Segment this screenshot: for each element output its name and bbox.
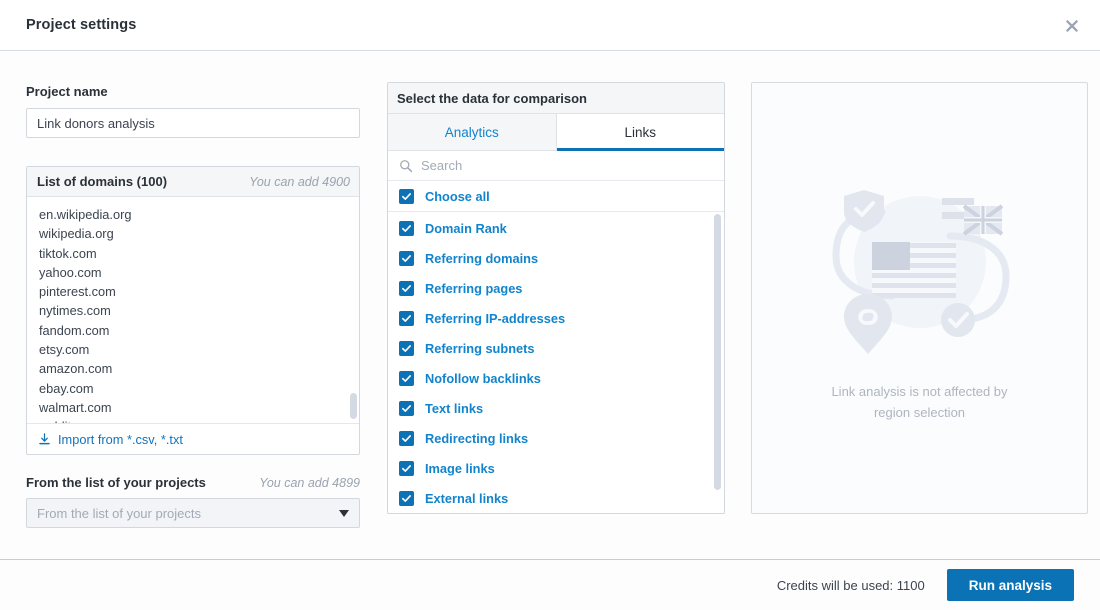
option-referring-domains[interactable]: Referring domains (388, 243, 724, 273)
links-options-list[interactable]: Domain Rank Referring domains Referring … (388, 212, 724, 512)
option-label: Text links (425, 401, 483, 416)
checkbox-checked-icon[interactable] (399, 371, 414, 386)
list-item[interactable]: fandom.com (27, 321, 359, 340)
option-text-links[interactable]: Text links (388, 393, 724, 423)
checkbox-checked-icon[interactable] (399, 311, 414, 326)
option-label: Redirecting links (425, 431, 528, 446)
tab-analytics[interactable]: Analytics (388, 114, 557, 151)
option-image-links[interactable]: Image links (388, 453, 724, 483)
options-scrollbar[interactable] (714, 214, 721, 510)
comparison-tabs: Analytics Links (388, 114, 724, 151)
option-nofollow-backlinks[interactable]: Nofollow backlinks (388, 363, 724, 393)
list-item[interactable]: nytimes.com (27, 301, 359, 320)
chevron-down-icon (339, 510, 349, 517)
dialog-body: Project name Link donors analysis List o… (0, 51, 1100, 559)
project-name-label: Project name (26, 84, 360, 99)
search-input[interactable]: Search (388, 151, 724, 181)
domains-panel: List of domains (100) You can add 4900 e… (26, 166, 360, 455)
tab-analytics-label: Analytics (445, 125, 499, 140)
list-item[interactable]: walmart.com (27, 398, 359, 417)
option-label: Referring pages (425, 281, 522, 296)
region-info-caption: Link analysis is not affected by region … (831, 381, 1007, 423)
projects-label: From the list of your projects (26, 475, 206, 490)
left-column: Project name Link donors analysis List o… (26, 84, 360, 528)
list-item[interactable]: en.wikipedia.org (27, 205, 359, 224)
import-csv-button[interactable]: Import from *.csv, *.txt (27, 423, 359, 454)
run-analysis-button[interactable]: Run analysis (947, 569, 1074, 601)
option-label: Nofollow backlinks (425, 371, 541, 386)
option-label: Image links (425, 461, 495, 476)
option-redirecting-links[interactable]: Redirecting links (388, 423, 724, 453)
checkbox-checked-icon[interactable] (399, 281, 414, 296)
checkbox-checked-icon[interactable] (399, 431, 414, 446)
domains-list-scrollbar[interactable] (350, 197, 357, 423)
credits-text: Credits will be used: 1100 (777, 578, 925, 593)
list-item[interactable]: etsy.com (27, 340, 359, 359)
region-info-panel: Link analysis is not affected by region … (751, 82, 1088, 514)
search-icon (399, 159, 413, 173)
option-label: Referring subnets (425, 341, 535, 356)
search-placeholder: Search (421, 158, 462, 173)
option-label: Domain Rank (425, 221, 507, 236)
dialog-footer: Credits will be used: 1100 Run analysis (0, 559, 1100, 610)
checkbox-checked-icon[interactable] (399, 251, 414, 266)
option-label: Referring IP-addresses (425, 311, 565, 326)
comparison-data-panel: Select the data for comparison Analytics… (387, 82, 725, 514)
comparison-panel-title: Select the data for comparison (388, 83, 724, 114)
dialog-titlebar: Project settings (0, 0, 1100, 51)
tab-links[interactable]: Links (557, 114, 725, 151)
download-icon (38, 433, 51, 446)
option-referring-ip-addresses[interactable]: Referring IP-addresses (388, 303, 724, 333)
checkbox-checked-icon (399, 189, 414, 204)
projects-label-row: From the list of your projects You can a… (26, 475, 360, 490)
choose-all-checkbox[interactable]: Choose all (388, 181, 724, 212)
checkbox-checked-icon[interactable] (399, 461, 414, 476)
option-external-links[interactable]: External links (388, 483, 724, 512)
list-item[interactable]: pinterest.com (27, 282, 359, 301)
checkbox-checked-icon[interactable] (399, 341, 414, 356)
region-info-caption-line1: Link analysis is not affected by (831, 381, 1007, 402)
domains-panel-note: You can add 4900 (249, 175, 350, 189)
domains-list[interactable]: en.wikipedia.org wikipedia.org tiktok.co… (27, 197, 359, 423)
list-item[interactable]: reddit.com (27, 417, 359, 423)
list-item[interactable]: tiktok.com (27, 244, 359, 263)
project-name-input[interactable]: Link donors analysis (26, 108, 360, 138)
option-referring-subnets[interactable]: Referring subnets (388, 333, 724, 363)
list-item[interactable]: ebay.com (27, 379, 359, 398)
region-info-caption-line2: region selection (831, 402, 1007, 423)
list-item[interactable]: yahoo.com (27, 263, 359, 282)
domains-panel-title: List of domains (100) (37, 174, 167, 189)
close-icon[interactable] (1056, 10, 1088, 42)
scrollbar-thumb[interactable] (350, 393, 357, 419)
projects-note: You can add 4899 (259, 476, 360, 490)
checkbox-checked-icon[interactable] (399, 401, 414, 416)
projects-select[interactable]: From the list of your projects (26, 498, 360, 528)
option-domain-rank[interactable]: Domain Rank (388, 213, 724, 243)
domains-panel-header: List of domains (100) You can add 4900 (27, 167, 359, 197)
checkbox-checked-icon[interactable] (399, 491, 414, 506)
projects-select-placeholder: From the list of your projects (37, 506, 201, 521)
import-csv-label: Import from *.csv, *.txt (58, 432, 183, 447)
link-region-illustration (820, 174, 1020, 359)
option-label: External links (425, 491, 508, 506)
option-label: Referring domains (425, 251, 538, 266)
scrollbar-thumb[interactable] (714, 214, 721, 490)
option-referring-pages[interactable]: Referring pages (388, 273, 724, 303)
checkbox-checked-icon[interactable] (399, 221, 414, 236)
tab-links-label: Links (624, 125, 656, 140)
list-item[interactable]: wikipedia.org (27, 224, 359, 243)
project-name-value: Link donors analysis (37, 116, 155, 131)
project-settings-dialog: Project settings Project name Link donor… (0, 0, 1100, 610)
list-item[interactable]: amazon.com (27, 359, 359, 378)
run-analysis-label: Run analysis (969, 578, 1052, 593)
choose-all-label: Choose all (425, 189, 490, 204)
page-title: Project settings (26, 17, 136, 33)
